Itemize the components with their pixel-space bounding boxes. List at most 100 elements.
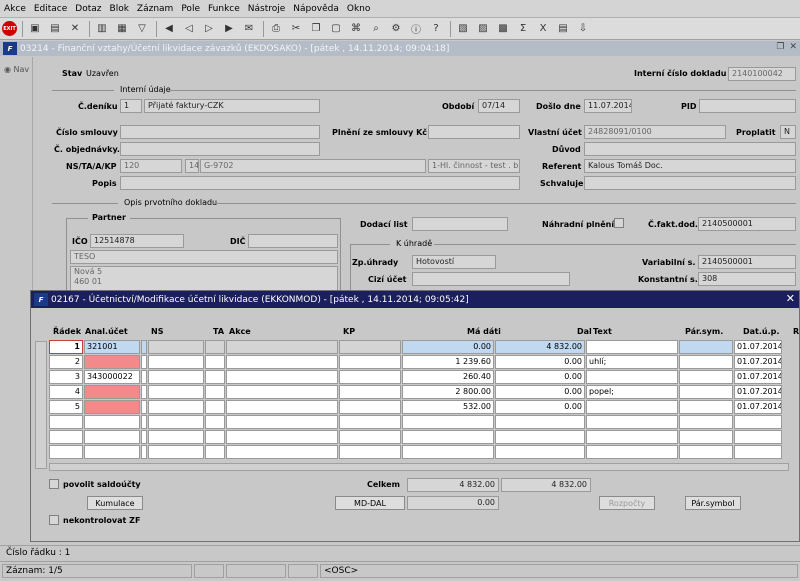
row-number-cell[interactable] bbox=[49, 445, 83, 459]
c-objednavky-field[interactable] bbox=[120, 142, 320, 156]
schvaluje-field[interactable] bbox=[584, 176, 796, 190]
ma-dati-cell[interactable]: 532.00 bbox=[402, 400, 494, 414]
ns-cell[interactable] bbox=[148, 340, 204, 354]
text-cell[interactable] bbox=[586, 430, 678, 444]
menu-nastroje[interactable]: Nástroje bbox=[244, 4, 290, 14]
par-symbol-button[interactable]: Pár.symbol bbox=[685, 496, 741, 510]
dat-up-cell[interactable] bbox=[734, 415, 782, 429]
par-sym-cell[interactable] bbox=[679, 400, 733, 414]
referent-field[interactable]: Kalous Tomáš Doc. bbox=[584, 159, 796, 173]
query-icon[interactable]: ▥ bbox=[93, 20, 111, 38]
ta-field[interactable]: 14 bbox=[185, 159, 199, 173]
text-cell[interactable] bbox=[586, 400, 678, 414]
anal-ucet-cell[interactable] bbox=[84, 385, 140, 399]
ma-dati-cell[interactable]: 260.40 bbox=[402, 370, 494, 384]
calendar-icon[interactable]: ▧ bbox=[454, 20, 472, 38]
ico-field[interactable]: 12514878 bbox=[90, 234, 184, 248]
anal-ucet-cell[interactable]: 343000022 bbox=[84, 370, 140, 384]
dat-up-cell[interactable]: 01.07.2014 bbox=[734, 355, 782, 369]
interni-cislo-field[interactable]: 2140100042 bbox=[728, 67, 796, 81]
dal-cell[interactable] bbox=[495, 415, 585, 429]
ta-cell[interactable] bbox=[205, 430, 225, 444]
first-record-icon[interactable]: ◀ bbox=[160, 20, 178, 38]
row-number-cell[interactable] bbox=[49, 415, 83, 429]
ns-cell[interactable] bbox=[148, 370, 204, 384]
ns-cell[interactable] bbox=[148, 355, 204, 369]
akce-cell[interactable] bbox=[226, 445, 338, 459]
a-field[interactable]: G-9702 bbox=[200, 159, 426, 173]
row-number-cell[interactable]: 2 bbox=[49, 355, 83, 369]
c-deniku-field[interactable]: 1 bbox=[120, 99, 142, 113]
row-number-cell[interactable]: 3 bbox=[49, 370, 83, 384]
obdobi-field[interactable]: 07/14 bbox=[478, 99, 520, 113]
anal-ucet-cell[interactable] bbox=[84, 445, 140, 459]
kp-cell[interactable] bbox=[339, 445, 401, 459]
text-cell[interactable] bbox=[586, 415, 678, 429]
attach-icon[interactable]: ⌘ bbox=[347, 20, 365, 38]
ta-cell[interactable] bbox=[205, 445, 225, 459]
mail-icon[interactable]: ✉ bbox=[240, 20, 258, 38]
kp-cell[interactable] bbox=[339, 340, 401, 354]
ns-field[interactable]: 120 bbox=[120, 159, 182, 173]
konstantni-field[interactable]: 308 bbox=[698, 272, 796, 286]
menu-editace[interactable]: Editace bbox=[30, 4, 71, 14]
delete-record-icon[interactable]: ✕ bbox=[66, 20, 84, 38]
menu-zaznam[interactable]: Záznam bbox=[133, 4, 177, 14]
table-row[interactable]: 2 1 239.60 0.00 uhlí; 01.07.2014 bbox=[49, 355, 789, 370]
kp-cell[interactable] bbox=[339, 400, 401, 414]
menu-dotaz[interactable]: Dotaz bbox=[71, 4, 105, 14]
menu-pole[interactable]: Pole bbox=[177, 4, 204, 14]
text-cell[interactable] bbox=[586, 340, 678, 354]
text-cell[interactable] bbox=[586, 370, 678, 384]
par-sym-cell[interactable] bbox=[679, 415, 733, 429]
dal-cell[interactable]: 0.00 bbox=[495, 355, 585, 369]
dialog-titlebar[interactable]: F 02167 - Účetnictví/Modifikace účetní l… bbox=[31, 291, 799, 308]
povolit-saldo-checkbox[interactable] bbox=[49, 479, 59, 489]
calculator-icon[interactable]: ▩ bbox=[494, 20, 512, 38]
ta-cell[interactable] bbox=[205, 415, 225, 429]
pid-field[interactable] bbox=[699, 99, 796, 113]
zp-uhrady-field[interactable]: Hotovostí bbox=[412, 255, 496, 269]
nahradni-plneni-checkbox[interactable] bbox=[614, 218, 624, 228]
dal-cell[interactable]: 4 832.00 bbox=[495, 340, 585, 354]
dat-up-cell[interactable]: 01.07.2014 bbox=[734, 400, 782, 414]
denik-name-field[interactable]: Přijaté faktury-CZK bbox=[144, 99, 320, 113]
sum-icon[interactable]: Σ bbox=[514, 20, 532, 38]
table-row[interactable]: 4 2 800.00 0.00 popel; 01.07.2014 bbox=[49, 385, 789, 400]
dat-up-cell[interactable] bbox=[734, 430, 782, 444]
main-window-titlebar[interactable]: F 03214 - Finanční vztahy/Účetní likvida… bbox=[0, 41, 800, 56]
dat-up-cell[interactable] bbox=[734, 445, 782, 459]
ta-cell[interactable] bbox=[205, 385, 225, 399]
kp-cell[interactable] bbox=[339, 430, 401, 444]
table-row[interactable] bbox=[49, 445, 789, 460]
dal-cell[interactable]: 0.00 bbox=[495, 370, 585, 384]
dal-cell[interactable] bbox=[495, 430, 585, 444]
help-icon[interactable]: ? bbox=[427, 20, 445, 38]
nekontrolovat-checkbox[interactable] bbox=[49, 515, 59, 525]
cut-icon[interactable]: ✂ bbox=[287, 20, 305, 38]
anal-ucet-cell[interactable] bbox=[84, 355, 140, 369]
text-cell[interactable]: popel; bbox=[586, 385, 678, 399]
table-row[interactable] bbox=[49, 430, 789, 445]
menu-akce[interactable]: Akce bbox=[0, 4, 30, 14]
kp-cell[interactable] bbox=[339, 385, 401, 399]
akce-cell[interactable] bbox=[226, 430, 338, 444]
anal-ucet-cell[interactable] bbox=[84, 430, 140, 444]
variabilni-field[interactable]: 2140500001 bbox=[698, 255, 796, 269]
dal-cell[interactable] bbox=[495, 445, 585, 459]
anal-ucet-cell[interactable]: 321001 bbox=[84, 340, 140, 354]
vlastni-ucet-field[interactable]: 24828091/0100 bbox=[584, 125, 726, 139]
proplatit-field[interactable]: N bbox=[780, 125, 796, 139]
excel-icon[interactable]: X bbox=[534, 20, 552, 38]
ma-dati-cell[interactable]: 1 239.60 bbox=[402, 355, 494, 369]
ta-cell[interactable] bbox=[205, 400, 225, 414]
row-number-cell[interactable]: 1 bbox=[49, 340, 83, 354]
par-sym-cell[interactable] bbox=[679, 340, 733, 354]
ma-dati-cell[interactable] bbox=[402, 445, 494, 459]
table-row[interactable]: 1 321001 0.00 4 832.00 01.07.2014 bbox=[49, 340, 789, 355]
cizi-ucet-field[interactable] bbox=[412, 272, 570, 286]
exit-button[interactable]: EXIT bbox=[2, 21, 17, 36]
tools-icon[interactable]: ⚙ bbox=[387, 20, 405, 38]
search-icon[interactable]: ⌕ bbox=[367, 20, 385, 38]
nav-button[interactable]: ◉ Nav bbox=[4, 65, 29, 74]
